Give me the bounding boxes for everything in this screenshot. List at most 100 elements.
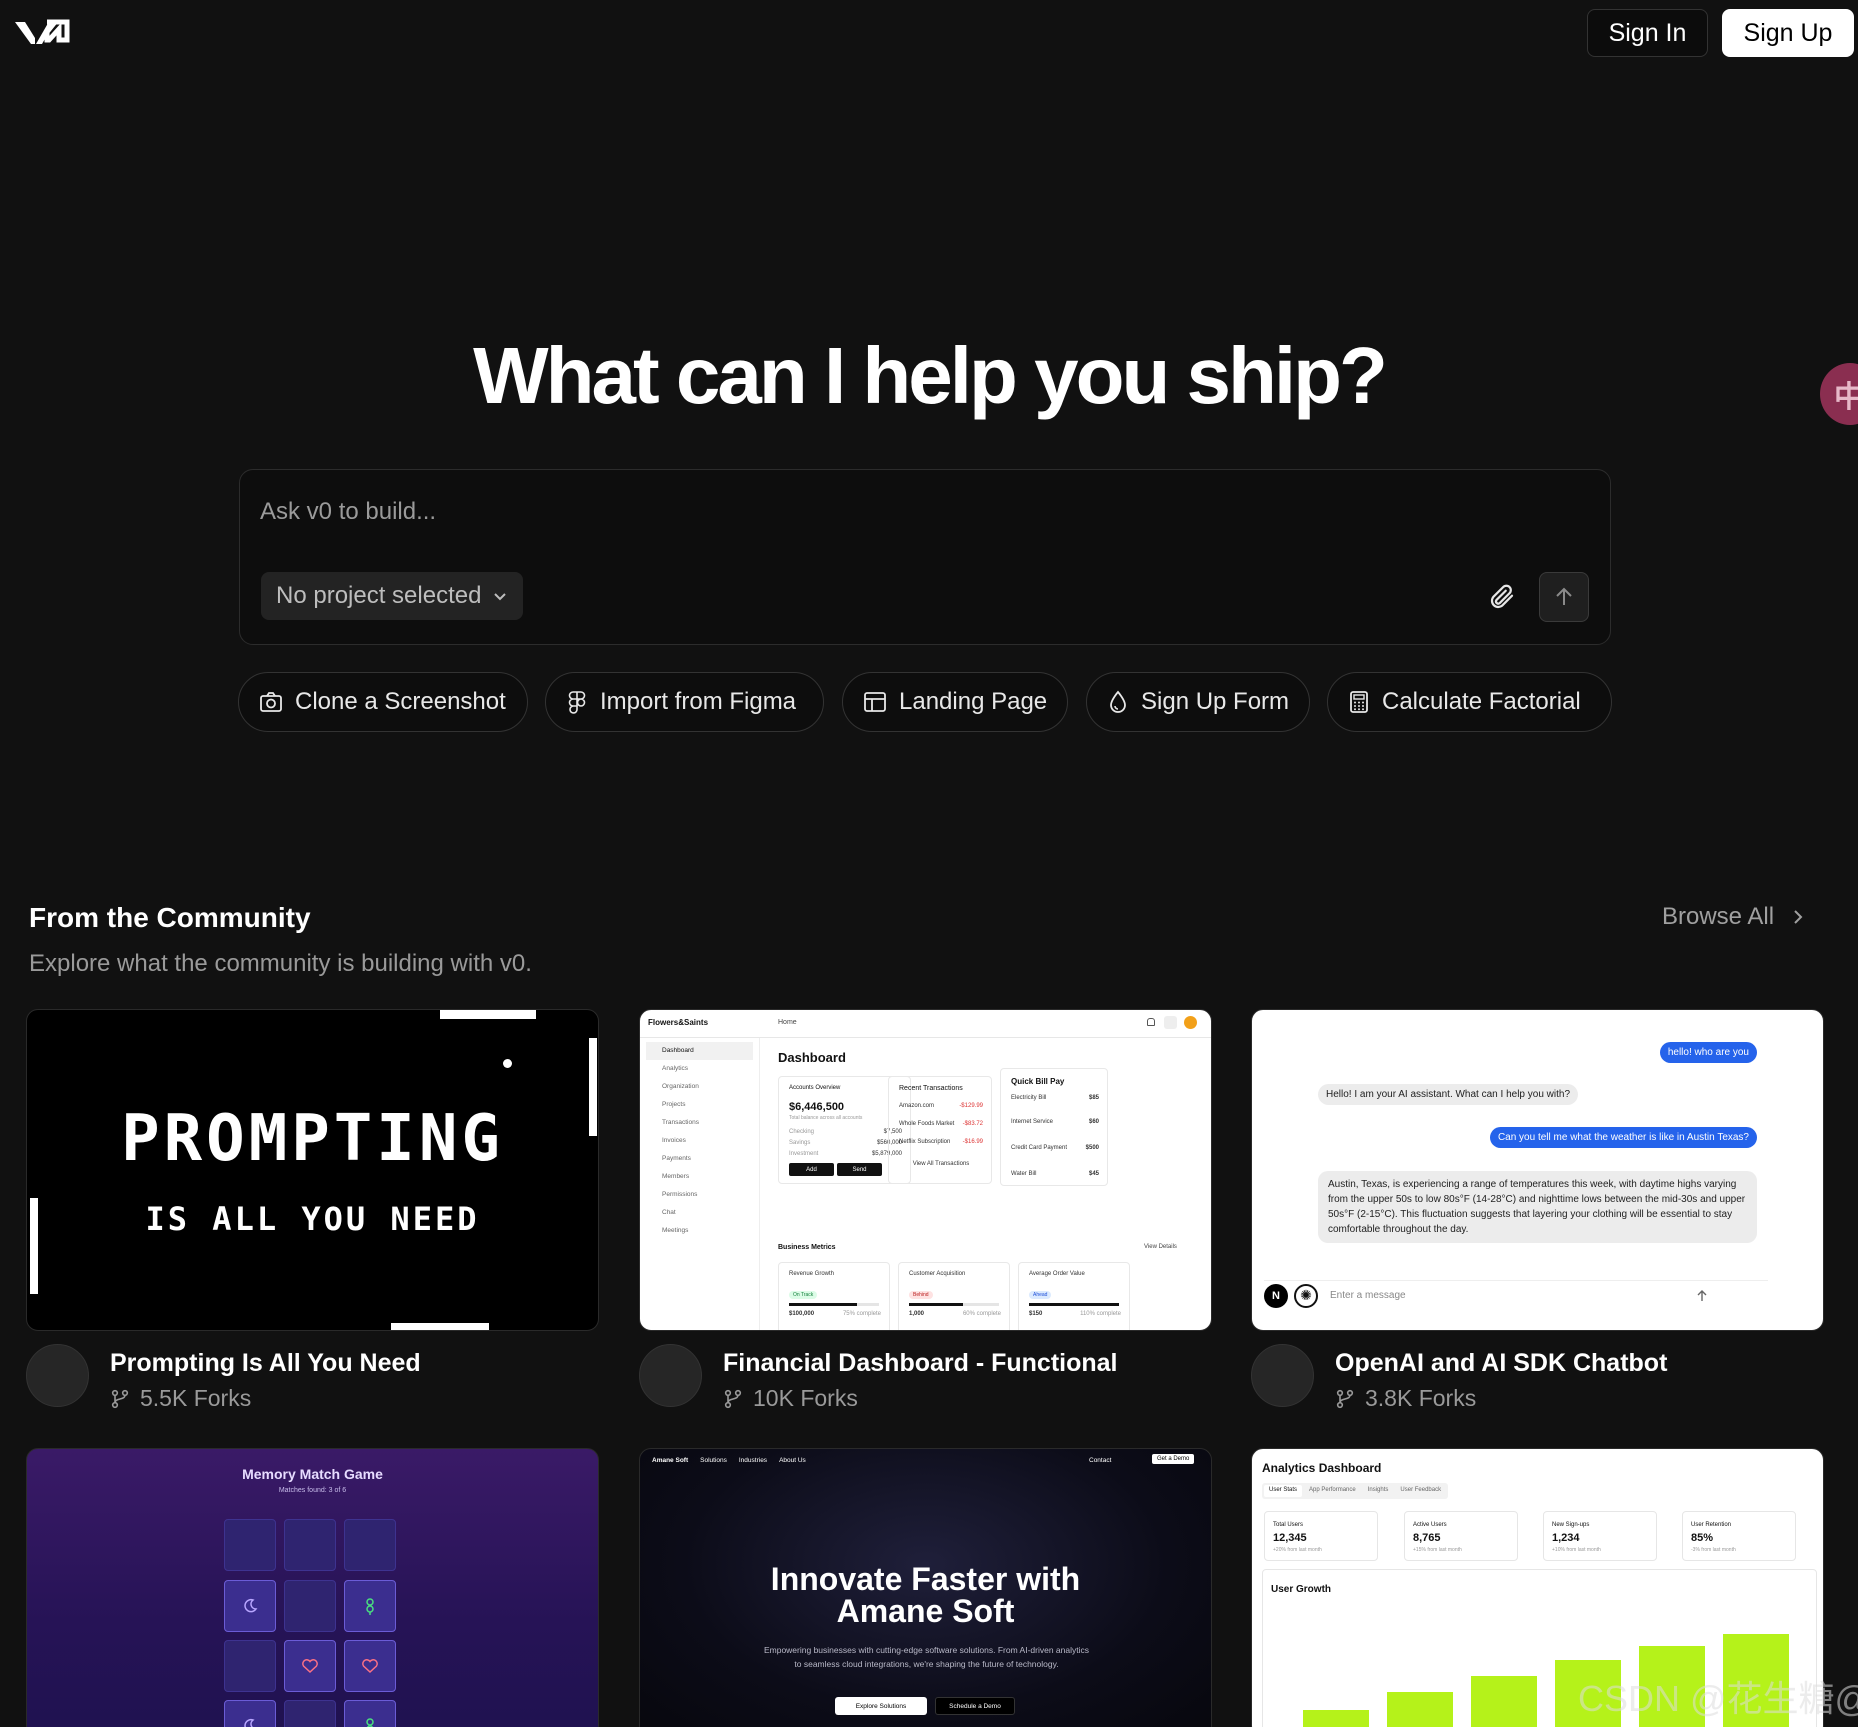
paperclip-icon[interactable] <box>1487 582 1517 612</box>
arrow-up-icon <box>1697 1289 1707 1301</box>
accounts-total: $6,446,500 <box>789 1101 845 1113</box>
nav-item: Analytics <box>662 1065 689 1072</box>
nav-item: Invoices <box>662 1137 686 1144</box>
memory-tile <box>344 1519 396 1571</box>
chip-landing-page[interactable]: Landing Page <box>842 672 1068 732</box>
transaction-row: Whole Foods Market -$83.72 <box>899 1121 983 1127</box>
chip-label: Sign Up Form <box>1141 688 1290 715</box>
flower-icon <box>344 1700 396 1727</box>
chip-label: Calculate Factorial <box>1382 688 1581 715</box>
project-select-label: No project selected <box>276 582 482 609</box>
nav-item: Industries <box>738 1457 768 1464</box>
chat-bubble-user: hello! who are you <box>1659 1042 1757 1063</box>
prompt-input[interactable] <box>260 492 1460 532</box>
preview-tabs: User Stats App Performance Insights User… <box>1262 1483 1449 1499</box>
panel-title: Accounts Overview <box>789 1085 841 1091</box>
view-all-link: View All Transactions <box>912 1161 970 1167</box>
chip-clone-screenshot[interactable]: Clone a Screenshot <box>238 672 528 732</box>
metrics-link: View Details <box>1144 1244 1177 1250</box>
avatar[interactable] <box>639 1344 702 1407</box>
tab: User Feedback <box>1400 1487 1442 1493</box>
schedule-demo-button: Schedule a Demo <box>935 1697 1015 1715</box>
openai-logo-icon: ✺ <box>1294 1283 1318 1308</box>
avatar[interactable] <box>26 1344 89 1407</box>
layout-icon <box>864 692 886 712</box>
nav-item: Meetings <box>662 1227 689 1234</box>
accounts-note: Total balance across all accounts <box>789 1115 863 1121</box>
chip-calculate-factorial[interactable]: Calculate Factorial <box>1327 672 1612 732</box>
memory-tile <box>284 1580 336 1632</box>
moon-icon <box>224 1700 276 1727</box>
flower-icon <box>344 1580 396 1632</box>
nav-item: Projects <box>662 1101 686 1108</box>
nav-item: Solutions <box>700 1457 727 1464</box>
preview-breadcrumb: Home <box>778 1019 797 1026</box>
metric-card: Average Order Value Ahead $150 110% compl… <box>1018 1262 1130 1330</box>
nav-item: Organization <box>662 1083 699 1090</box>
metric-badge: Ahead <box>1029 1291 1052 1299</box>
card-preview-prompting[interactable]: PROMPTING IS ALL YOU NEED <box>26 1009 599 1331</box>
stat-card: Active Users 8,765 +15% from last month <box>1404 1511 1518 1561</box>
preview-brand: Amane Soft <box>652 1457 689 1464</box>
fork-count-label: 10K Forks <box>753 1385 858 1411</box>
project-select[interactable]: No project selected <box>261 572 524 620</box>
fork-count-label: 5.5K Forks <box>140 1385 252 1411</box>
nav-item: Payments <box>662 1155 691 1162</box>
card-meta: Prompting Is All You Need 5.5K Forks <box>26 1344 599 1414</box>
card-title[interactable]: OpenAI and AI SDK Chatbot <box>1335 1349 1667 1378</box>
avatar[interactable] <box>1251 1344 1314 1407</box>
explore-solutions-button: Explore Solutions <box>835 1697 927 1715</box>
nav-item: About Us <box>779 1457 806 1464</box>
nav-item: Transactions <box>662 1119 699 1126</box>
community-subtitle: Explore what the community is building w… <box>29 950 532 977</box>
preview-title: Analytics Dashboard <box>1262 1461 1382 1475</box>
calculator-icon <box>1350 691 1368 713</box>
metric-name: Customer Acquisition <box>909 1271 966 1277</box>
chip-import-figma[interactable]: Import from Figma <box>545 672 824 732</box>
memory-tile <box>284 1519 336 1571</box>
avatar <box>1184 1016 1197 1029</box>
fork-count: 3.8K Forks <box>1335 1385 1476 1412</box>
fork-count-label: 3.8K Forks <box>1365 1385 1477 1411</box>
nextjs-logo-icon: N <box>1264 1283 1288 1308</box>
sign-up-button[interactable]: Sign Up <box>1722 9 1854 57</box>
preview-heading: Dashboard <box>778 1050 846 1065</box>
chart-bar <box>1303 1710 1369 1727</box>
preview-subheadline: IS ALL YOU NEED <box>145 1200 480 1238</box>
v0-logo[interactable] <box>13 18 71 48</box>
camera-icon <box>260 692 282 712</box>
preview-topbar: Flowers&Saints Home <box>640 1010 1211 1038</box>
bill-row: Internet Service $60 <box>1011 1119 1099 1125</box>
browse-all-label: Browse All <box>1662 903 1775 930</box>
nav-item: Permissions <box>662 1191 698 1198</box>
contact-link: Contact <box>1089 1457 1112 1464</box>
git-fork-icon <box>1336 1389 1354 1408</box>
card-meta: OpenAI and AI SDK Chatbot 3.8K Forks <box>1251 1344 1824 1414</box>
account-row: Checking $7,500 <box>789 1129 902 1135</box>
tab: User Stats <box>1264 1485 1303 1497</box>
card-title[interactable]: Financial Dashboard - Functional <box>723 1349 1117 1378</box>
card-preview-amane-soft[interactable]: Amane Soft Solutions Industries About Us… <box>639 1448 1212 1727</box>
chip-sign-up-form[interactable]: Sign Up Form <box>1086 672 1310 732</box>
git-fork-icon <box>724 1389 742 1408</box>
card-preview-dashboard[interactable]: Flowers&Saints Home Dashboard Analytics … <box>639 1009 1212 1331</box>
chart-bar <box>1471 1676 1537 1727</box>
stat-card: New Sign-ups 1,234 +10% from last month <box>1543 1511 1657 1561</box>
chat-bubble-assistant: Austin, Texas, is experiencing a range o… <box>1318 1171 1757 1243</box>
preview-description: Empowering businesses with cutting-edge … <box>763 1645 1090 1669</box>
chart-bar <box>1387 1692 1453 1727</box>
chat-bubble-user: Can you tell me what the weather is like… <box>1489 1127 1757 1148</box>
memory-tile <box>284 1700 336 1727</box>
card-preview-chatbot[interactable]: hello! who are you Hello! I am your AI a… <box>1251 1009 1824 1331</box>
chevron-right-icon <box>1794 910 1803 924</box>
add-button: Add <box>789 1163 834 1176</box>
card-title[interactable]: Prompting Is All You Need <box>110 1349 421 1378</box>
metric-value: $100,000 75% complete <box>789 1311 881 1317</box>
tab: App Performance <box>1309 1487 1356 1493</box>
browse-all-link[interactable]: Browse All <box>1662 903 1804 931</box>
sign-in-button[interactable]: Sign In <box>1587 9 1708 57</box>
card-preview-memory-game[interactable]: Memory Match Game Matches found: 3 of 6 <box>26 1448 599 1727</box>
preview-title: Memory Match Game <box>242 1466 383 1482</box>
bills-panel: Quick Bill Pay Electricity Bill $85 Inter… <box>1000 1068 1108 1186</box>
send-button[interactable] <box>1539 572 1589 622</box>
